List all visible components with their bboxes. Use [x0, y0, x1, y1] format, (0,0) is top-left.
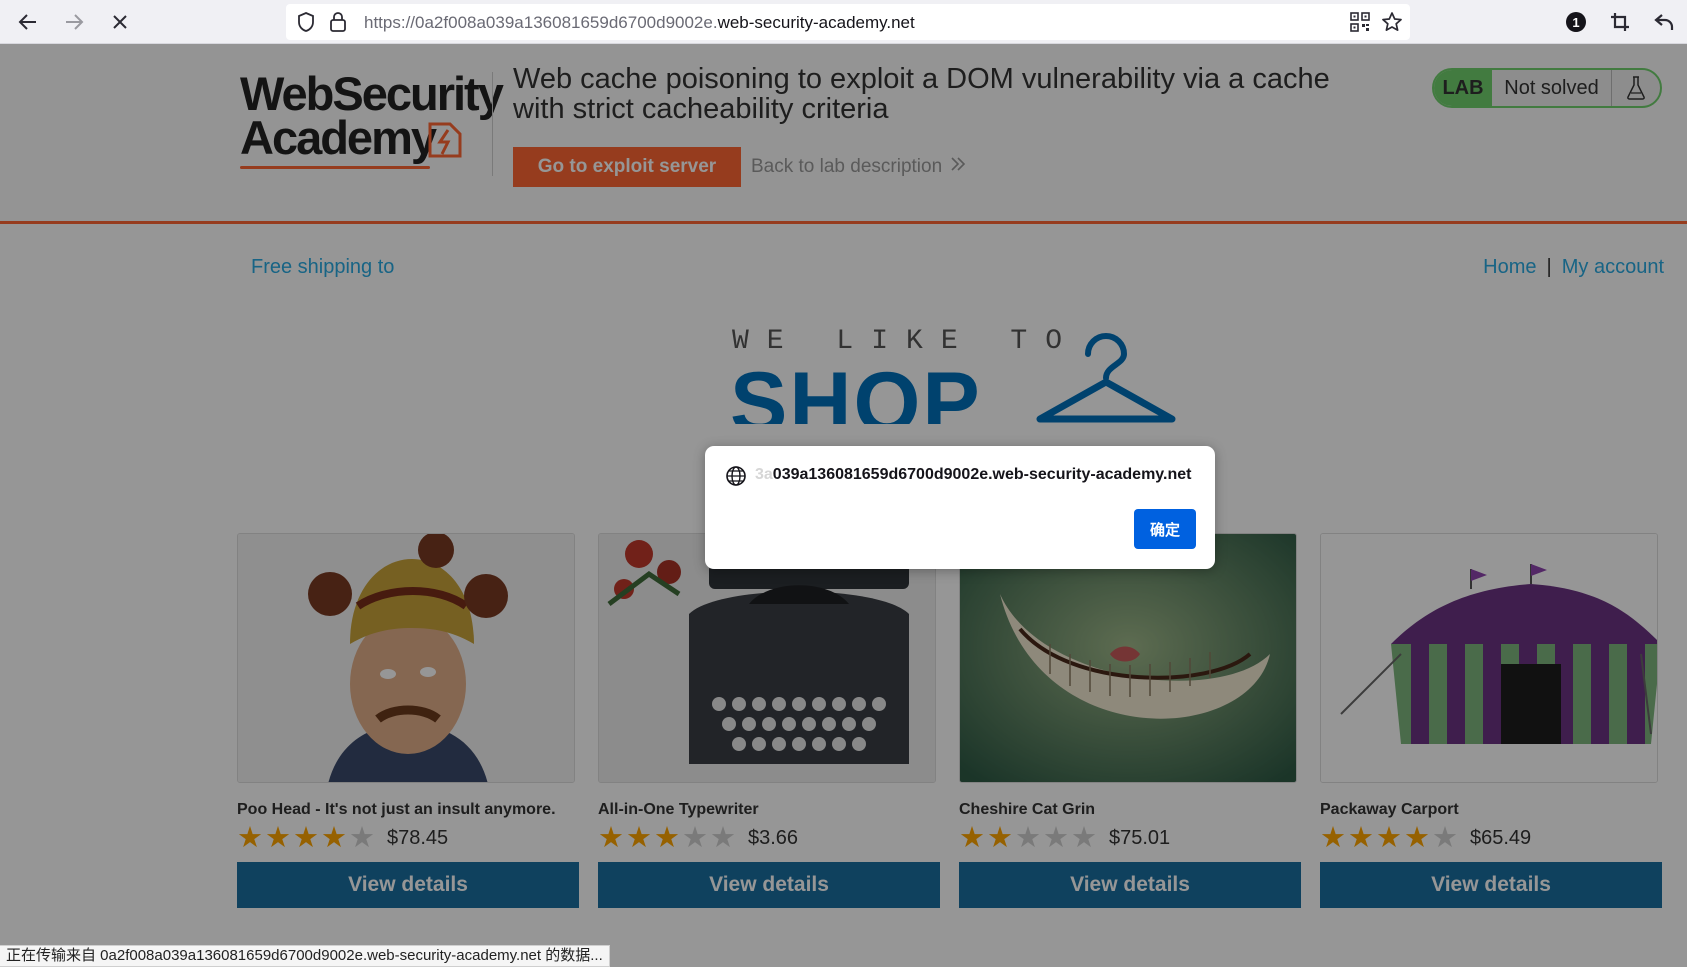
qr-code-icon[interactable] — [1348, 10, 1372, 34]
browser-toolbar: https://0a2f008a039a136081659d6700d9002e… — [0, 0, 1687, 44]
undo-arrow-icon[interactable] — [1648, 6, 1680, 38]
back-arrow-icon[interactable] — [12, 6, 44, 38]
dialog-origin: 3a039a136081659d6700d9002e.web-security-… — [755, 466, 1191, 484]
url-prefix: https://0a2f008a039a136081659d6700d9002e… — [364, 13, 718, 32]
url-text[interactable]: https://0a2f008a039a136081659d6700d9002e… — [364, 13, 915, 33]
crop-icon[interactable] — [1604, 6, 1636, 38]
dialog-ok-button[interactable]: 确定 — [1134, 509, 1196, 549]
shield-icon[interactable] — [294, 10, 318, 34]
alert-dialog: 3a039a136081659d6700d9002e.web-security-… — [705, 446, 1215, 569]
url-domain: web-security-academy.net — [717, 13, 915, 32]
browser-status-bar: 正在传输来自 0a2f008a039a136081659d6700d9002e.… — [0, 945, 610, 967]
dialog-origin-faded: 3a — [755, 466, 773, 483]
forward-arrow-icon[interactable] — [58, 6, 90, 38]
bookmark-star-icon[interactable] — [1380, 10, 1404, 34]
stop-loading-icon[interactable] — [104, 6, 136, 38]
extension-badge[interactable]: 1 — [1560, 6, 1592, 38]
address-bar[interactable]: https://0a2f008a039a136081659d6700d9002e… — [286, 4, 1410, 40]
lock-icon[interactable] — [326, 10, 350, 34]
dialog-origin-text: 039a136081659d6700d9002e.web-security-ac… — [772, 466, 1192, 483]
globe-icon — [726, 466, 746, 486]
